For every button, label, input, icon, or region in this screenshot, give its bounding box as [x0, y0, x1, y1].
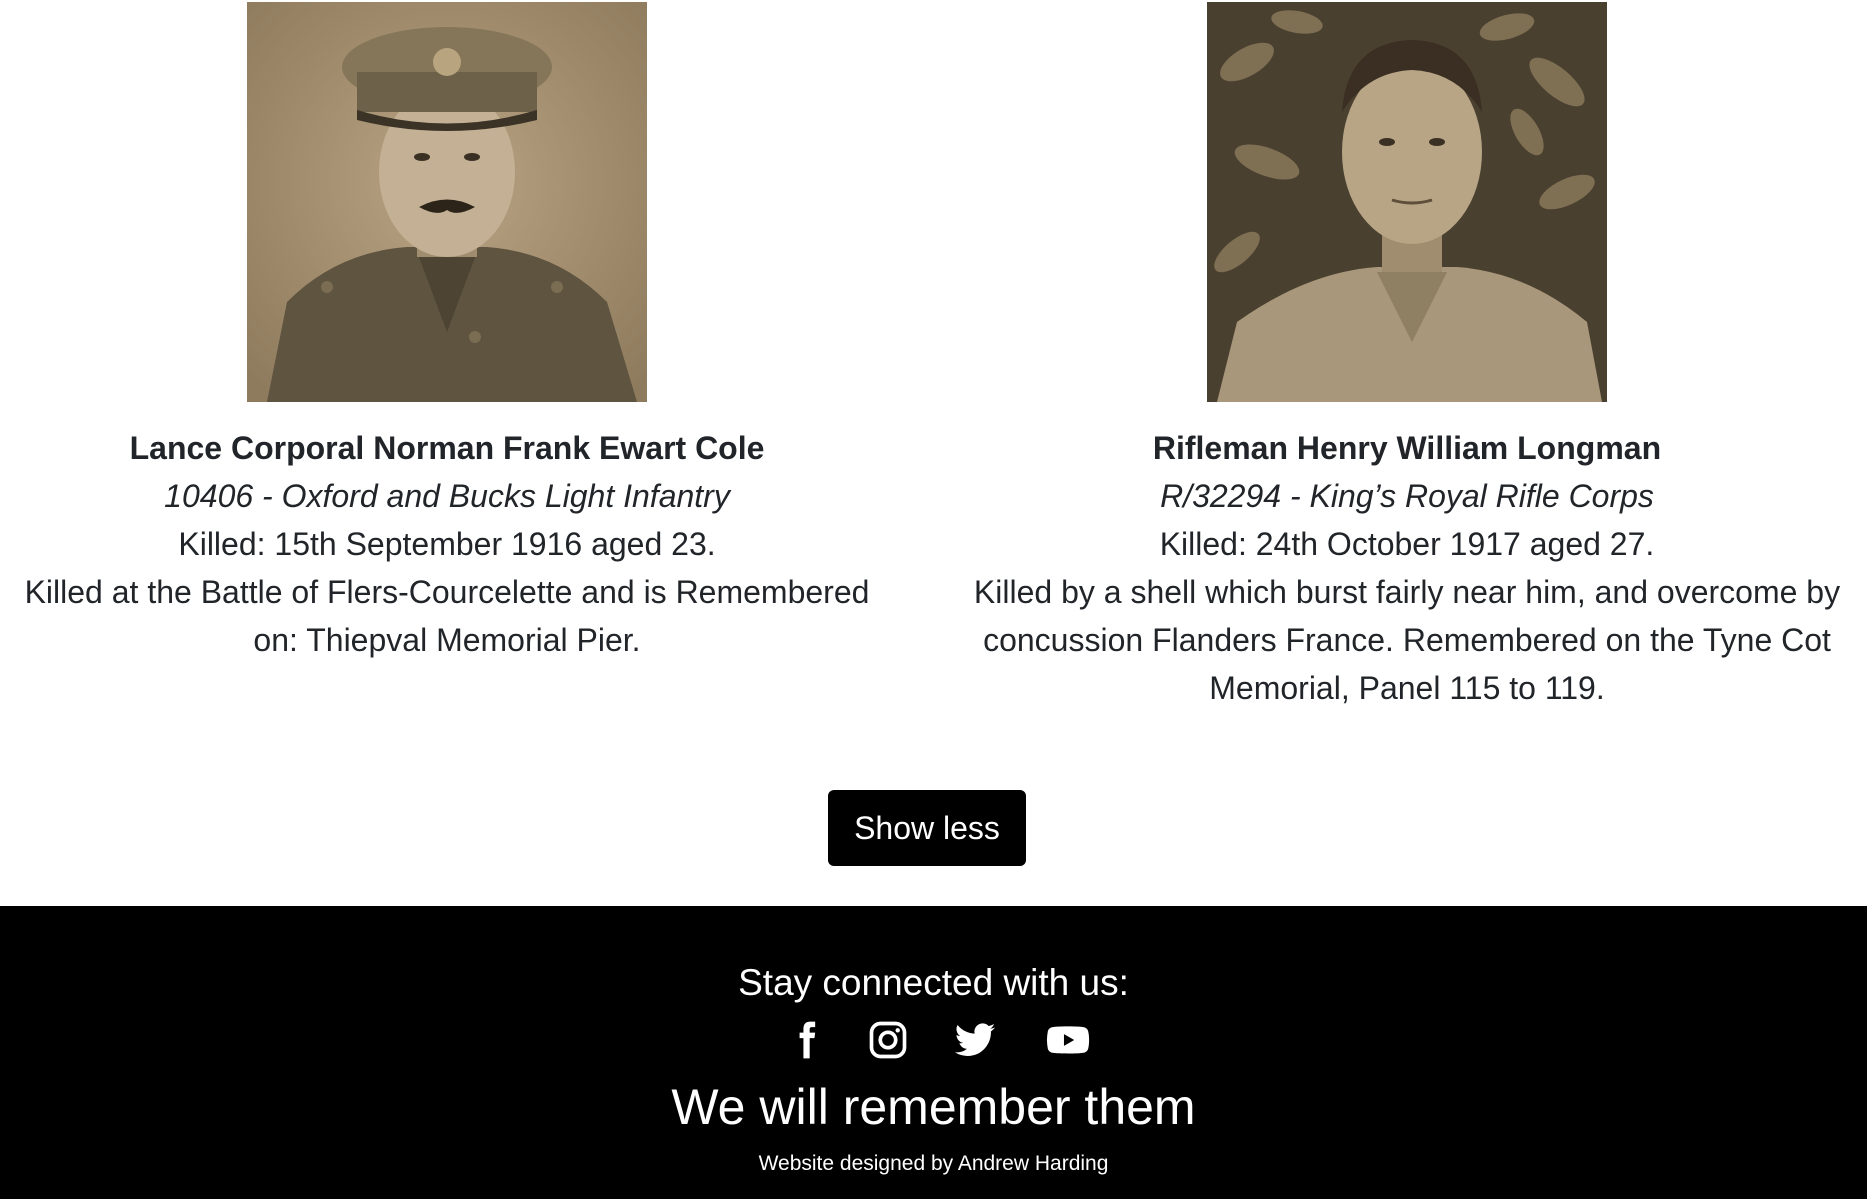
social-links [0, 1018, 1867, 1066]
show-less-button[interactable]: Show less [828, 790, 1026, 866]
youtube-icon[interactable] [1046, 1018, 1090, 1062]
soldier-photo-longman [1207, 2, 1607, 402]
stay-connected-heading: Stay connected with us: [738, 962, 1129, 1003]
portrait-image [1207, 2, 1607, 402]
soldier-name: Lance Corporal Norman Frank Ewart Cole [129, 430, 765, 466]
soldier-photo-cole [247, 2, 647, 402]
page: Lance Corporal Norman Frank Ewart Cole 1… [0, 0, 1867, 1199]
instagram-icon[interactable] [866, 1018, 910, 1062]
soldier-card-cole: Lance Corporal Norman Frank Ewart Cole 1… [7, 0, 887, 664]
soldier-unit: 10406 - Oxford and Bucks Light Infantry [164, 478, 730, 514]
soldier-description: Killed at the Battle of Flers-Courcelett… [24, 574, 870, 658]
soldier-killed-date: Killed: 15th September 1916 aged 23. [178, 526, 716, 562]
soldier-card-longman: Rifleman Henry William Longman R/32294 -… [967, 0, 1847, 712]
soldier-unit: R/32294 - King’s Royal Rifle Corps [1160, 478, 1654, 514]
portrait-image [247, 2, 647, 402]
soldier-name: Rifleman Henry William Longman [1152, 430, 1662, 466]
motto: We will remember them [671, 1079, 1196, 1135]
soldier-killed-date: Killed: 24th October 1917 aged 27. [1159, 526, 1655, 562]
facebook-icon[interactable] [784, 1018, 828, 1062]
soldier-description: Killed by a shell which burst fairly nea… [973, 574, 1841, 706]
footer: Stay connected with us: We will remember… [0, 906, 1867, 1199]
site-credit: Website designed by Andrew Harding [758, 1152, 1109, 1175]
twitter-icon[interactable] [953, 1018, 997, 1062]
